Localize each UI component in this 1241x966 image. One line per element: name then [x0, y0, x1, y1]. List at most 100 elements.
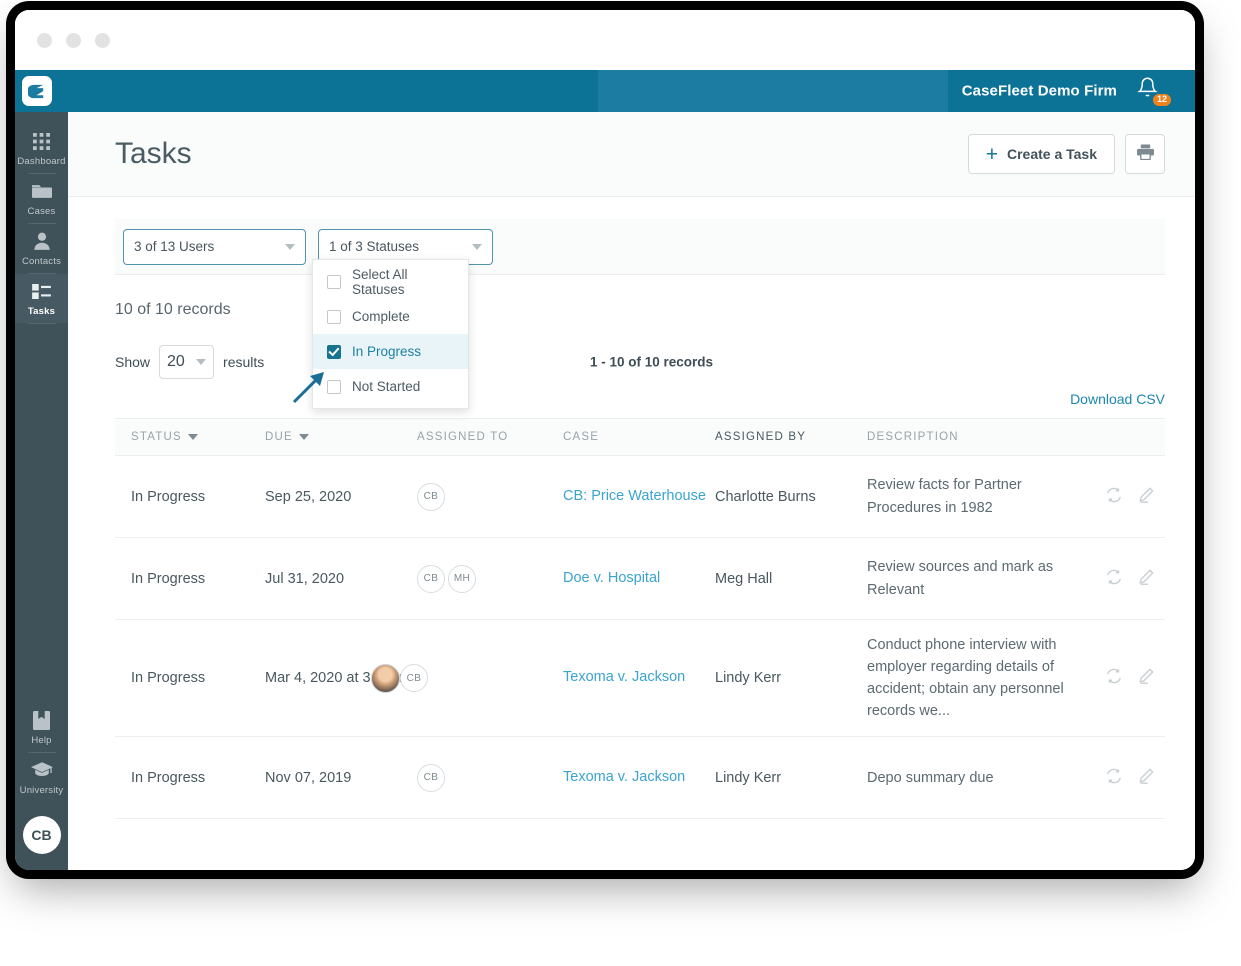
sidebar-item-tasks[interactable]: Tasks	[15, 274, 68, 323]
header-actions: + Create a Task	[968, 134, 1165, 174]
person-icon	[34, 231, 50, 251]
recurring-icon[interactable]	[1105, 568, 1123, 590]
sidebar-label-contacts: Contacts	[22, 256, 61, 267]
column-header-status[interactable]: STATUS	[115, 431, 265, 443]
dropdown-option-select-all[interactable]: Select All Statuses	[313, 264, 468, 299]
case-link[interactable]: Texoma v. Jackson	[563, 767, 685, 789]
window-minimize-dot[interactable]	[66, 33, 81, 48]
table-row[interactable]: In Progress Mar 4, 2020 at 3:00pm CB Tex…	[115, 620, 1165, 737]
cell-case: CB: Price Waterhouse	[563, 486, 715, 508]
dropdown-label-select-all: Select All Statuses	[352, 267, 454, 297]
table-row[interactable]: In Progress Nov 07, 2019 CB Texoma v. Ja…	[115, 737, 1165, 819]
cell-assigned-by: Lindy Kerr	[715, 770, 867, 786]
cell-status: In Progress	[115, 571, 265, 587]
avatar-group: CB	[371, 664, 428, 693]
sidebar-label-university: University	[20, 785, 64, 796]
notification-badge: 12	[1153, 94, 1171, 106]
sort-arrow-icon[interactable]	[299, 434, 309, 440]
edit-pencil-icon[interactable]	[1137, 767, 1155, 789]
checkbox-select-all[interactable]	[327, 275, 341, 289]
print-button[interactable]	[1125, 134, 1165, 174]
user-avatar[interactable]: CB	[23, 816, 61, 854]
show-label: Show	[115, 354, 150, 370]
sidebar-label-tasks: Tasks	[28, 306, 55, 317]
recurring-icon[interactable]	[1105, 486, 1123, 508]
notifications-button[interactable]: 12	[1137, 76, 1167, 106]
chevron-down-icon	[196, 359, 206, 365]
case-link[interactable]: CB: Price Waterhouse	[563, 486, 706, 508]
checkbox-complete[interactable]	[327, 310, 341, 324]
edit-pencil-icon[interactable]	[1137, 568, 1155, 590]
plus-icon: +	[986, 144, 998, 165]
dropdown-option-not-started[interactable]: Not Started	[313, 369, 468, 404]
sidebar-label-cases: Cases	[28, 206, 56, 217]
page-size-select[interactable]: 20	[159, 345, 214, 379]
avatar: CB	[417, 764, 445, 792]
cell-assigned-by: Charlotte Burns	[715, 489, 867, 505]
column-header-case: CASE	[563, 431, 715, 443]
cell-assigned-to: CB	[417, 664, 563, 693]
avatar: CB	[417, 483, 445, 511]
cell-actions	[1072, 486, 1165, 508]
cell-due: Jul 31, 2020	[265, 571, 417, 587]
chevron-down-icon	[472, 244, 482, 250]
users-filter-value: 3 of 13 Users	[134, 239, 214, 254]
sidebar-item-cases[interactable]: Cases	[15, 174, 68, 223]
cell-assigned-to: CB	[417, 483, 563, 511]
window-chrome	[15, 10, 1195, 70]
dropdown-label-not-started: Not Started	[352, 379, 420, 394]
case-link[interactable]: Texoma v. Jackson	[563, 667, 685, 689]
page-range-text: 1 - 10 of 10 records	[590, 355, 713, 370]
table-row[interactable]: In Progress Jul 31, 2020 CB MH Doe v. Ho…	[115, 538, 1165, 620]
users-filter-select[interactable]: 3 of 13 Users	[123, 229, 306, 265]
records-summary: 10 of 10 records	[115, 301, 1195, 319]
page-title: Tasks	[115, 137, 192, 171]
sidebar-divider	[28, 323, 56, 324]
folder-icon	[32, 181, 52, 201]
csv-row: Download CSV	[115, 391, 1165, 409]
sidebar-item-dashboard[interactable]: Dashboard	[15, 124, 68, 173]
dropdown-label-in-progress: In Progress	[352, 344, 421, 359]
case-link[interactable]: Doe v. Hospital	[563, 568, 660, 590]
avatar-group: CB	[417, 764, 445, 792]
recurring-icon[interactable]	[1105, 667, 1123, 689]
checkbox-not-started[interactable]	[327, 380, 341, 394]
sort-arrow-icon[interactable]	[188, 434, 198, 440]
casefleet-logo[interactable]	[22, 76, 52, 106]
recurring-icon[interactable]	[1105, 767, 1123, 789]
column-label-due: DUE	[265, 431, 293, 443]
checkbox-in-progress[interactable]	[327, 345, 341, 359]
app-topbar: CaseFleet Demo Firm 12	[15, 70, 1195, 112]
cell-description: Review sources and mark as Relevant	[867, 556, 1072, 600]
cell-assigned-to: CB MH	[417, 565, 563, 593]
sidebar-item-contacts[interactable]: Contacts	[15, 224, 68, 273]
cell-assigned-to: CB	[417, 764, 563, 792]
edit-pencil-icon[interactable]	[1137, 486, 1155, 508]
column-label-status: STATUS	[131, 431, 182, 443]
column-header-assigned-by: ASSIGNED BY	[715, 431, 867, 443]
column-label-case: CASE	[563, 431, 599, 443]
avatar-photo	[371, 664, 400, 693]
cell-status: In Progress	[115, 670, 265, 686]
column-header-due[interactable]: DUE	[265, 431, 417, 443]
chevron-down-icon	[285, 244, 295, 250]
cell-case: Texoma v. Jackson	[563, 667, 715, 689]
window-close-dot[interactable]	[37, 33, 52, 48]
edit-pencil-icon[interactable]	[1137, 667, 1155, 689]
cell-case: Texoma v. Jackson	[563, 767, 715, 789]
sidebar-label-dashboard: Dashboard	[17, 156, 65, 167]
dropdown-option-complete[interactable]: Complete	[313, 299, 468, 334]
printer-icon	[1137, 144, 1154, 165]
left-sidebar: Dashboard Cases Contacts	[15, 112, 68, 870]
download-csv-link[interactable]: Download CSV	[1070, 391, 1165, 407]
dropdown-option-in-progress[interactable]: In Progress	[313, 334, 468, 369]
sidebar-item-university[interactable]: University	[15, 753, 68, 802]
window-maximize-dot[interactable]	[95, 33, 110, 48]
create-task-button[interactable]: + Create a Task	[968, 134, 1115, 174]
table-row[interactable]: In Progress Sep 25, 2020 CB CB: Price Wa…	[115, 456, 1165, 538]
book-icon	[33, 710, 50, 730]
graduation-cap-icon	[31, 760, 53, 780]
avatar: CB	[400, 664, 428, 692]
avatar: CB	[417, 565, 445, 593]
sidebar-item-help[interactable]: Help	[15, 703, 68, 752]
